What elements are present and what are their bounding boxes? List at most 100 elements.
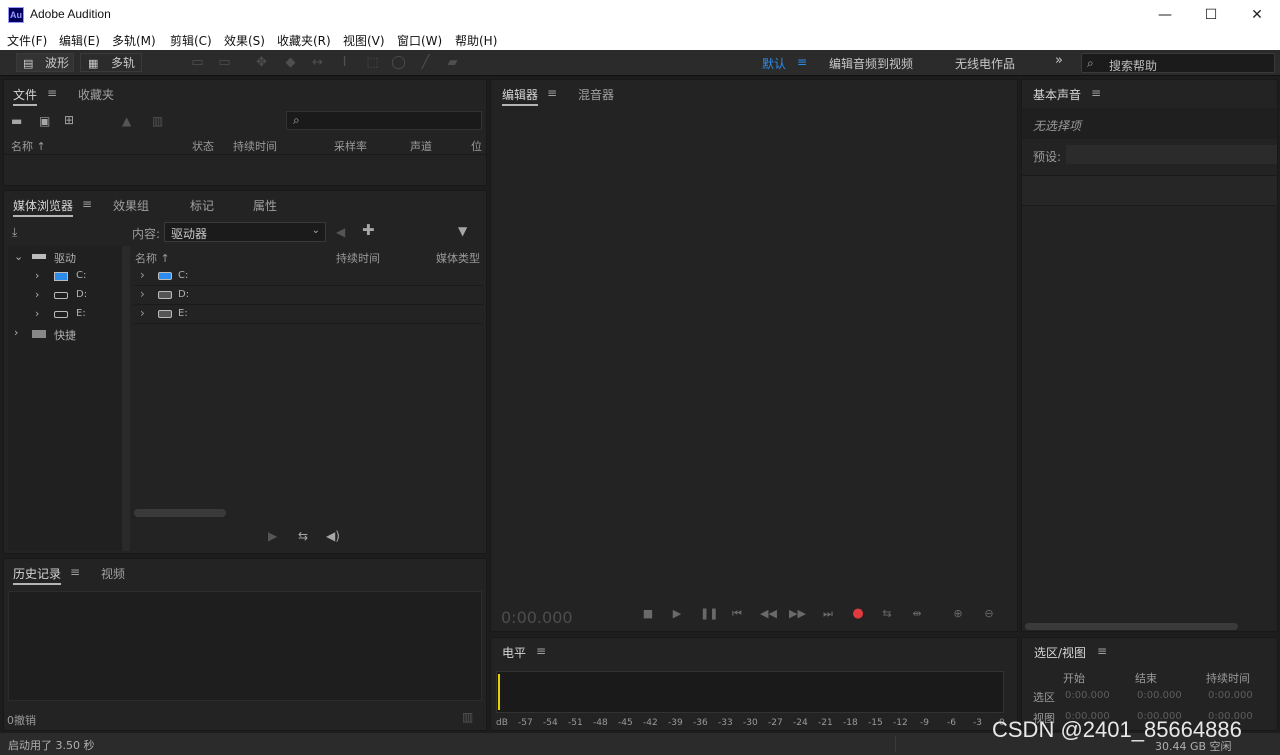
more-workspaces-button[interactable]: » xyxy=(1055,53,1063,68)
open-file-icon[interactable]: ▬ xyxy=(11,114,22,128)
insert-into-multitrack-icon[interactable]: ▲ xyxy=(122,114,131,128)
spectral-display-icon[interactable]: ▭ xyxy=(190,55,205,70)
filter-icon[interactable]: ▼ xyxy=(458,224,467,238)
chevron-right-icon[interactable]: › xyxy=(14,326,18,339)
add-shortcut-icon[interactable]: ✚ xyxy=(362,223,375,238)
loop-icon[interactable]: ⇆ xyxy=(879,606,895,622)
col-sample-rate[interactable]: 采样率 xyxy=(334,138,367,154)
spot-healing-tool-icon[interactable]: ▰ xyxy=(445,55,460,70)
editor-panel-menu-icon[interactable]: ≡ xyxy=(547,86,557,100)
selection-end[interactable]: 0:00.000 xyxy=(1137,690,1182,701)
help-search-input[interactable]: ⌕ 搜索帮助 xyxy=(1081,53,1275,73)
menu-favorites[interactable]: 收藏夹(R) xyxy=(277,32,331,49)
preset-select[interactable] xyxy=(1066,145,1277,164)
tree-drives[interactable]: 驱动 xyxy=(54,250,76,266)
maximize-button[interactable]: ☐ xyxy=(1188,0,1234,30)
chevron-right-icon[interactable]: › xyxy=(140,268,145,282)
fast-forward-icon[interactable]: ▶▶ xyxy=(789,606,806,622)
play-icon[interactable]: ▶ xyxy=(669,606,685,622)
col-bits[interactable]: 位 xyxy=(471,138,482,154)
menu-clip[interactable]: 剪辑(C) xyxy=(170,32,212,49)
record-icon[interactable]: ● xyxy=(850,606,866,622)
horizontal-scrollbar[interactable] xyxy=(134,509,226,517)
back-arrow-icon[interactable]: ◀ xyxy=(336,225,345,239)
col-name[interactable]: 名称 ↑ xyxy=(11,138,46,154)
new-file-icon[interactable]: ⊞ xyxy=(64,113,74,127)
slip-tool-icon[interactable]: ↔ xyxy=(310,55,325,70)
workspace-menu-icon[interactable]: ≡ xyxy=(797,55,807,69)
col-media-type[interactable]: 媒体类型 xyxy=(436,250,480,266)
chevron-right-icon[interactable]: › xyxy=(35,288,39,301)
tree-shortcuts[interactable]: 快捷 xyxy=(54,327,76,343)
skip-selection-icon[interactable]: ⇹ xyxy=(909,606,925,622)
level-panel-menu-icon[interactable]: ≡ xyxy=(536,644,546,658)
media-browser-menu-icon[interactable]: ≡ xyxy=(82,197,92,211)
play-preview-icon[interactable]: ▶ xyxy=(268,529,277,543)
col-status[interactable]: 状态 xyxy=(192,138,214,154)
chevron-right-icon[interactable]: › xyxy=(140,306,145,320)
pitch-display-icon[interactable]: ▭ xyxy=(217,55,232,70)
zoom-in-amplitude-icon[interactable]: ⊕ xyxy=(950,606,966,622)
content-select[interactable]: 驱动器 ⌄ xyxy=(164,222,326,242)
menu-view[interactable]: 视图(V) xyxy=(343,32,385,49)
waveform-view-button[interactable]: ▤ 波形 xyxy=(16,53,74,72)
marquee-tool-icon[interactable]: ⬚ xyxy=(365,55,380,70)
trash-icon[interactable]: ▥ xyxy=(462,710,473,724)
tree-d[interactable]: D: xyxy=(76,289,87,300)
lasso-tool-icon[interactable]: ◯ xyxy=(391,55,406,70)
files-search-input[interactable]: ⌕ xyxy=(286,111,482,130)
splitter-handle[interactable] xyxy=(122,246,130,551)
col-channels[interactable]: 声道 xyxy=(410,138,432,154)
workspace-radio[interactable]: 无线电作品 xyxy=(955,55,1015,72)
auto-play-icon[interactable]: ◀) xyxy=(326,529,340,543)
tab-properties[interactable]: 属性 xyxy=(253,197,277,214)
menu-help[interactable]: 帮助(H) xyxy=(455,32,497,49)
files-panel-menu-icon[interactable]: ≡ xyxy=(47,86,57,100)
col-duration[interactable]: 持续时间 xyxy=(336,250,380,266)
tab-editor[interactable]: 编辑器 xyxy=(502,86,539,106)
history-panel-menu-icon[interactable]: ≡ xyxy=(70,565,80,579)
col-duration[interactable]: 持续时间 xyxy=(233,138,277,154)
import-file-icon[interactable]: ▣ xyxy=(39,114,50,128)
brush-tool-icon[interactable]: ╱ xyxy=(418,55,433,70)
tab-markers[interactable]: 标记 xyxy=(190,197,214,214)
list-item[interactable]: › E: xyxy=(134,305,483,324)
tree-c[interactable]: C: xyxy=(76,270,86,281)
menu-file[interactable]: 文件(F) xyxy=(7,32,47,49)
col-name[interactable]: 名称 ↑ xyxy=(135,250,170,266)
pause-icon[interactable]: ❚❚ xyxy=(700,606,718,622)
list-item[interactable]: › C: xyxy=(134,267,483,286)
tree-expand-icon[interactable]: ⌄ xyxy=(14,250,23,263)
selection-duration[interactable]: 0:00.000 xyxy=(1208,690,1253,701)
tab-history[interactable]: 历史记录 xyxy=(13,565,62,585)
workspace-default[interactable]: 默认 xyxy=(762,55,786,72)
menu-multitrack[interactable]: 多轨(M) xyxy=(112,32,156,49)
tab-favorites[interactable]: 收藏夹 xyxy=(78,86,114,103)
rewind-icon[interactable]: ◀◀ xyxy=(760,606,777,622)
move-tool-icon[interactable]: ✥ xyxy=(254,55,269,70)
tab-media-browser[interactable]: 媒体浏览器 xyxy=(13,197,74,217)
close-button[interactable]: ✕ xyxy=(1234,0,1280,30)
essential-sound-menu-icon[interactable]: ≡ xyxy=(1091,86,1101,100)
razor-tool-icon[interactable]: ◆ xyxy=(283,55,298,70)
selection-view-menu-icon[interactable]: ≡ xyxy=(1097,644,1107,658)
horizontal-scrollbar[interactable] xyxy=(1025,623,1238,630)
chevron-right-icon[interactable]: › xyxy=(35,307,39,320)
list-item[interactable]: › D: xyxy=(134,286,483,305)
tab-files[interactable]: 文件 xyxy=(13,86,38,106)
tab-effects-rack[interactable]: 效果组 xyxy=(113,197,149,214)
tab-mixer[interactable]: 混音器 xyxy=(578,86,614,103)
tab-video[interactable]: 视频 xyxy=(101,565,125,582)
workspace-edit-to-video[interactable]: 编辑音频到视频 xyxy=(829,55,913,72)
go-to-start-icon[interactable]: ⏮ xyxy=(729,606,745,622)
go-to-end-icon[interactable]: ⏭ xyxy=(820,606,836,622)
open-in-browser-icon[interactable]: ⤓ xyxy=(12,225,17,239)
minimize-button[interactable]: — xyxy=(1142,0,1188,30)
stop-icon[interactable]: ■ xyxy=(640,606,656,622)
menu-window[interactable]: 窗口(W) xyxy=(397,32,442,49)
selection-start[interactable]: 0:00.000 xyxy=(1065,690,1110,701)
tree-e[interactable]: E: xyxy=(76,308,86,319)
multitrack-view-button[interactable]: ▦ 多轨 xyxy=(80,53,142,72)
loop-preview-icon[interactable]: ⇆ xyxy=(298,529,308,543)
delete-file-icon[interactable]: ▥ xyxy=(152,114,163,128)
